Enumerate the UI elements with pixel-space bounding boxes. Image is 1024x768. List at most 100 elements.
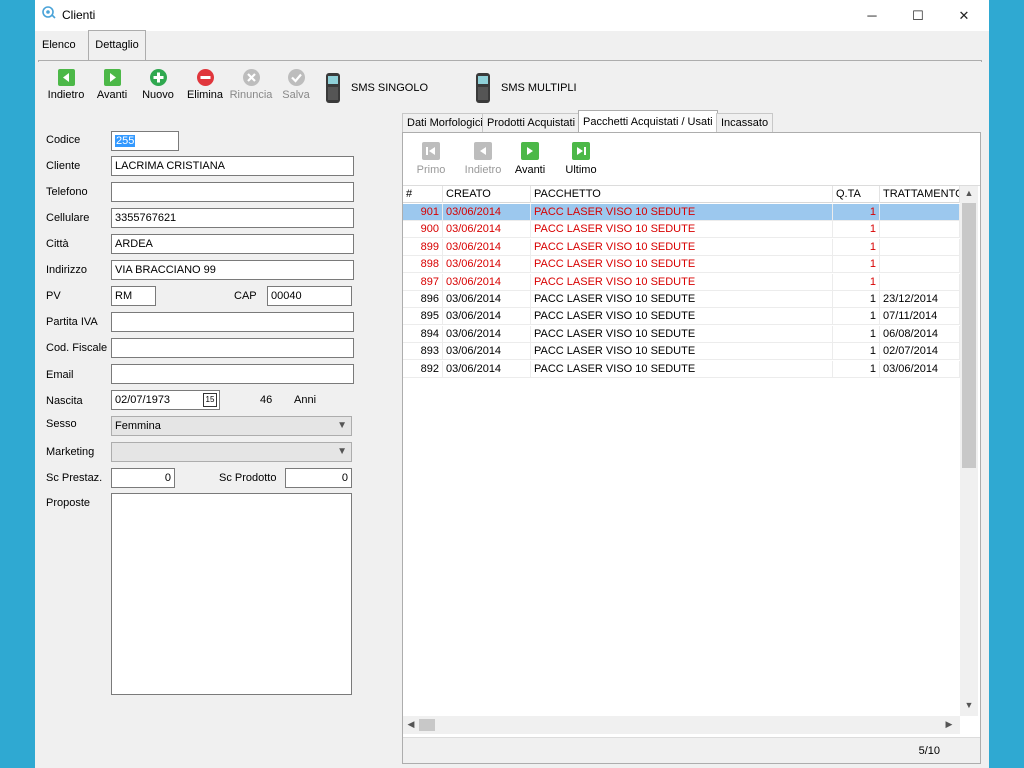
cod-fiscale-label: Cod. Fiscale bbox=[46, 342, 108, 354]
sc-prodotto-field[interactable]: 0 bbox=[285, 468, 352, 488]
table-row[interactable]: 899 03/06/2014 PACC LASER VISO 10 SEDUTE 1 bbox=[403, 238, 960, 256]
cap-label: CAP bbox=[234, 290, 257, 302]
sms-multipli-button[interactable]: SMS MULTIPLI bbox=[475, 72, 585, 104]
cell-qta: 1 bbox=[833, 308, 880, 326]
scroll-down-icon[interactable]: ▼ bbox=[961, 700, 977, 710]
cell-pacchetto: PACC LASER VISO 10 SEDUTE bbox=[531, 256, 833, 274]
cell-creato: 03/06/2014 bbox=[443, 273, 531, 291]
proposte-label: Proposte bbox=[46, 497, 91, 509]
cell-creato: 03/06/2014 bbox=[443, 221, 531, 239]
scroll-up-icon[interactable]: ▲ bbox=[961, 188, 977, 198]
indirizzo-field[interactable]: VIA BRACCIANO 99 bbox=[111, 260, 354, 280]
table-row[interactable]: 901 03/06/2014 PACC LASER VISO 10 SEDUTE 1 bbox=[403, 204, 960, 221]
column-header-trattamento[interactable]: TRATTAMENTO bbox=[880, 186, 960, 203]
scroll-thumb[interactable] bbox=[419, 719, 435, 731]
cell-qta: 1 bbox=[833, 204, 880, 221]
indietro-nav-button[interactable]: Indietro bbox=[457, 142, 509, 176]
calendar-icon[interactable]: 15 bbox=[203, 393, 217, 407]
cell-trattamento: 02/07/2014 bbox=[880, 343, 960, 361]
email-label: Email bbox=[46, 369, 74, 381]
nascita-field[interactable]: 02/07/1973 15 bbox=[111, 390, 220, 410]
cell-trattamento bbox=[880, 221, 960, 239]
marketing-label: Marketing bbox=[46, 446, 95, 458]
cell-num: 901 bbox=[403, 204, 443, 221]
cell-pacchetto: PACC LASER VISO 10 SEDUTE bbox=[531, 343, 833, 361]
avanti-nav-button[interactable]: Avanti bbox=[504, 142, 556, 176]
nascita-label: Nascita bbox=[46, 395, 83, 407]
eta-unit: Anni bbox=[294, 394, 317, 406]
proposte-textarea[interactable] bbox=[111, 493, 352, 695]
codice-value: 255 bbox=[115, 135, 136, 147]
window-title: Clienti bbox=[62, 8, 96, 22]
cell-num: 893 bbox=[403, 343, 443, 361]
cell-trattamento: 03/06/2014 bbox=[880, 360, 960, 378]
cap-field[interactable]: 00040 bbox=[267, 286, 352, 306]
forward-arrow-icon bbox=[521, 142, 539, 160]
marketing-select[interactable]: ▼ bbox=[111, 442, 352, 462]
table-row[interactable]: 900 03/06/2014 PACC LASER VISO 10 SEDUTE 1 bbox=[403, 221, 960, 239]
table-row[interactable]: 892 03/06/2014 PACC LASER VISO 10 SEDUTE 1 0… bbox=[403, 360, 960, 378]
table-row[interactable]: 898 03/06/2014 PACC LASER VISO 10 SEDUTE 1 bbox=[403, 256, 960, 274]
table-row[interactable]: 896 03/06/2014 PACC LASER VISO 10 SEDUTE 1 2… bbox=[403, 291, 960, 308]
cell-qta: 1 bbox=[833, 256, 880, 274]
horizontal-scrollbar[interactable]: ◀ ▶ bbox=[403, 716, 960, 734]
back-arrow-icon bbox=[474, 142, 492, 160]
sms-multipli-label: SMS MULTIPLI bbox=[501, 82, 577, 94]
cell-creato: 03/06/2014 bbox=[443, 238, 531, 256]
scroll-thumb[interactable] bbox=[962, 203, 976, 468]
telefono-field[interactable] bbox=[111, 182, 354, 202]
column-header-creato[interactable]: CREATO bbox=[443, 186, 531, 203]
salva-button[interactable]: Salva bbox=[268, 68, 324, 110]
sc-prestaz-field[interactable]: 0 bbox=[111, 468, 175, 488]
tab-dati-morfologici[interactable]: Dati Morfologici bbox=[402, 113, 488, 132]
cliente-field[interactable]: LACRIMA CRISTIANA bbox=[111, 156, 354, 176]
cell-trattamento bbox=[880, 256, 960, 274]
tab-pacchetti-acquistati-usati[interactable]: Pacchetti Acquistati / Usati bbox=[578, 110, 718, 133]
table-row[interactable]: 897 03/06/2014 PACC LASER VISO 10 SEDUTE 1 bbox=[403, 273, 960, 291]
cell-qta: 1 bbox=[833, 273, 880, 291]
cell-qta: 1 bbox=[833, 325, 880, 343]
ultimo-button[interactable]: Ultimo bbox=[555, 142, 607, 176]
tab-incassato[interactable]: Incassato bbox=[716, 113, 774, 132]
primo-button[interactable]: Primo bbox=[405, 142, 457, 176]
cell-qta: 1 bbox=[833, 238, 880, 256]
indirizzo-label: Indirizzo bbox=[46, 264, 87, 276]
email-field[interactable] bbox=[111, 364, 354, 384]
table-row[interactable]: 894 03/06/2014 PACC LASER VISO 10 SEDUTE 1 0… bbox=[403, 325, 960, 343]
table-row[interactable]: 895 03/06/2014 PACC LASER VISO 10 SEDUTE 1 0… bbox=[403, 308, 960, 326]
column-header-num[interactable]: # bbox=[403, 186, 443, 203]
cell-pacchetto: PACC LASER VISO 10 SEDUTE bbox=[531, 291, 833, 308]
cod-fiscale-field[interactable] bbox=[111, 338, 354, 358]
cell-creato: 03/06/2014 bbox=[443, 256, 531, 274]
cell-num: 899 bbox=[403, 238, 443, 256]
column-header-qta[interactable]: Q.TA bbox=[833, 186, 880, 203]
check-circle-icon bbox=[287, 69, 305, 86]
record-position: 5/10 bbox=[918, 745, 940, 757]
partita-iva-field[interactable] bbox=[111, 312, 354, 332]
sms-singolo-button[interactable]: SMS SINGOLO bbox=[325, 72, 435, 104]
maximize-button[interactable]: ☐ bbox=[895, 0, 941, 31]
cell-creato: 03/06/2014 bbox=[443, 325, 531, 343]
cell-pacchetto: PACC LASER VISO 10 SEDUTE bbox=[531, 360, 833, 378]
column-header-pacchetto[interactable]: PACCHETTO bbox=[531, 186, 833, 203]
tab-dettaglio[interactable]: Dettaglio bbox=[88, 30, 146, 60]
vertical-scrollbar[interactable]: ▲ ▼ bbox=[960, 186, 978, 716]
tab-prodotti-acquistati[interactable]: Prodotti Acquistati bbox=[482, 113, 581, 132]
minimize-button[interactable]: ─ bbox=[849, 0, 895, 31]
status-bar: 5/10 bbox=[403, 737, 980, 763]
codice-field[interactable]: 255 bbox=[111, 131, 179, 151]
citta-field[interactable]: ARDEA bbox=[111, 234, 354, 254]
sms-singolo-label: SMS SINGOLO bbox=[351, 82, 429, 94]
sesso-select[interactable]: Femmina ▼ bbox=[111, 416, 352, 436]
table-row[interactable]: 893 03/06/2014 PACC LASER VISO 10 SEDUTE 1 0… bbox=[403, 343, 960, 361]
cell-pacchetto: PACC LASER VISO 10 SEDUTE bbox=[531, 325, 833, 343]
cell-qta: 1 bbox=[833, 291, 880, 308]
cell-qta: 1 bbox=[833, 221, 880, 239]
cell-pacchetto: PACC LASER VISO 10 SEDUTE bbox=[531, 221, 833, 239]
pv-field[interactable]: RM bbox=[111, 286, 156, 306]
scroll-left-icon[interactable]: ◀ bbox=[403, 719, 419, 730]
tab-elenco[interactable]: Elenco bbox=[38, 31, 80, 61]
close-button[interactable]: ✕ bbox=[941, 0, 987, 31]
cellulare-field[interactable]: 3355767621 bbox=[111, 208, 354, 228]
scroll-right-icon[interactable]: ▶ bbox=[941, 719, 957, 730]
